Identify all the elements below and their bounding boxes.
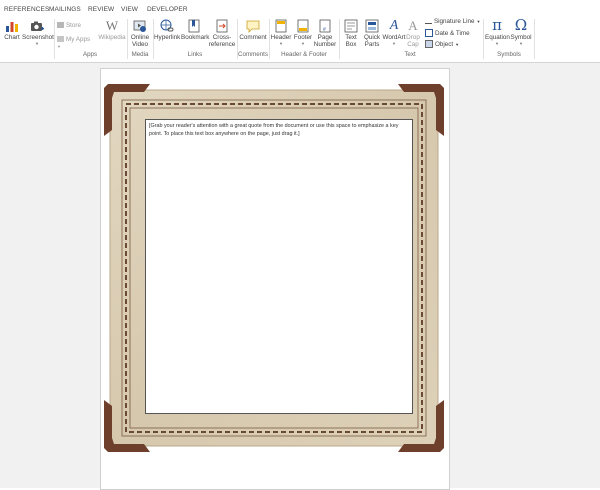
wordart-label: WordArt [382, 34, 406, 41]
group-symbols: Symbols [497, 51, 521, 58]
drop-cap-label: Drop [406, 34, 420, 41]
page-number-label: Page [317, 34, 333, 41]
quick-parts-button[interactable]: Quick Parts [361, 19, 383, 48]
bookmark-button[interactable]: Bookmark [181, 19, 210, 41]
wordart-button[interactable]: A WordArt ▼ [382, 18, 406, 47]
cross-reference-icon [216, 19, 228, 33]
my-apps-label: My Apps [65, 36, 91, 43]
group-text: Text [404, 51, 416, 58]
chevron-down-icon: ▼ [392, 41, 396, 46]
chart-label: Chart [4, 34, 20, 41]
quote-text[interactable]: [Grab your reader's attention with a gre… [149, 122, 405, 138]
footer-label: Footer [293, 34, 313, 41]
footer-button[interactable]: Footer ▼ [292, 19, 314, 46]
my-apps-button[interactable]: My Apps ▼ [57, 36, 91, 50]
wikipedia-button[interactable]: W Wikipedia [97, 18, 127, 42]
group-media: Media [131, 51, 149, 58]
tab-review[interactable]: REVIEW [88, 6, 114, 13]
text-box-label-2: Box [345, 41, 357, 48]
symbol-button[interactable]: Ω Symbol ▼ [509, 17, 533, 46]
text-box-button[interactable]: Text Box [341, 19, 361, 48]
signature-line-button[interactable]: Signature Line ▼ [425, 18, 483, 25]
object-icon [425, 40, 433, 48]
comment-icon [246, 20, 260, 33]
group-links: Links [187, 51, 203, 58]
group-comments: Comments [238, 51, 268, 58]
page-number-label-2: Number [313, 41, 337, 48]
cross-reference-label: Cross- [212, 34, 232, 41]
group-apps: Apps [82, 51, 98, 58]
hyperlink-button[interactable]: Hyperlink [154, 19, 180, 41]
chevron-down-icon: ▼ [35, 41, 39, 46]
tab-references[interactable]: REFERENCES [4, 6, 49, 13]
equation-button[interactable]: π Equation ▼ [485, 16, 510, 46]
online-video-icon [133, 20, 146, 32]
chevron-down-icon: ▼ [495, 41, 499, 46]
chevron-down-icon: ▼ [279, 41, 283, 46]
store-button[interactable]: Store [57, 22, 87, 29]
separator [534, 19, 535, 59]
online-video-label: Online [130, 34, 150, 41]
camera-icon [31, 21, 44, 31]
bookmark-icon [188, 19, 200, 33]
date-time-label: Date & Time [434, 29, 470, 37]
omega-icon: Ω [514, 16, 528, 34]
online-video-button[interactable]: Online Video [129, 19, 151, 48]
cross-reference-label-2: reference [208, 41, 236, 48]
tab-developer[interactable]: DEVELOPER [147, 6, 188, 13]
calendar-icon [425, 29, 433, 37]
tab-mailings[interactable]: MAILINGS [49, 6, 81, 13]
comment-label: Comment [239, 34, 267, 41]
chart-icon [6, 22, 18, 32]
equation-label: Equation [485, 34, 510, 41]
screenshot-button[interactable]: Screenshot ▼ [22, 19, 54, 46]
bookmark-label: Bookmark [181, 34, 210, 41]
comment-button[interactable]: Comment [238, 19, 268, 41]
quick-parts-label: Quick [363, 34, 381, 41]
chevron-down-icon: ▼ [57, 44, 61, 49]
tab-view[interactable]: VIEW [121, 6, 138, 13]
store-label: Store [65, 22, 82, 29]
signature-icon [425, 18, 432, 25]
cross-reference-button[interactable]: Cross- reference [208, 19, 236, 48]
wikipedia-label: Wikipedia [98, 34, 126, 41]
chevron-down-icon: ▼ [476, 19, 481, 24]
online-video-label-2: Video [132, 41, 148, 48]
quick-parts-icon [365, 19, 379, 33]
footer-icon [297, 19, 309, 33]
symbol-label: Symbol [510, 34, 532, 41]
object-label: Object [434, 40, 454, 48]
header-icon [275, 19, 287, 33]
drop-cap-button[interactable]: A Drop Cap [405, 18, 421, 49]
chevron-down-icon: ▼ [519, 41, 523, 46]
ribbon-tab-strip: REFERENCES MAILINGS REVIEW VIEW DEVELOPE… [0, 0, 600, 16]
wikipedia-icon: W [105, 18, 119, 33]
pi-icon: π [492, 16, 502, 34]
object-button[interactable]: Object ▼ [425, 40, 465, 48]
wordart-icon: A [389, 18, 399, 33]
drop-cap-label-2: Cap [407, 41, 419, 48]
group-header-footer: Header & Footer [281, 51, 327, 58]
chevron-down-icon: ▼ [301, 41, 305, 46]
globe-link-icon [160, 19, 174, 32]
quote-text-box[interactable]: [Grab your reader's attention with a gre… [145, 119, 413, 414]
header-label: Header [270, 34, 292, 41]
text-box-label: Text [345, 34, 357, 41]
page-number-icon: # [319, 19, 331, 33]
hyperlink-label: Hyperlink [154, 34, 181, 41]
store-icon [57, 22, 64, 29]
separator [483, 19, 484, 59]
chevron-down-icon: ▼ [455, 41, 460, 47]
signature-line-label: Signature Line [433, 18, 475, 25]
chart-button[interactable]: Chart [3, 19, 21, 41]
text-box-icon [344, 19, 358, 33]
page-number-button[interactable]: # Page Number [313, 19, 337, 48]
screenshot-label: Screenshot [22, 34, 54, 41]
date-time-button[interactable]: Date & Time [425, 29, 475, 37]
header-button[interactable]: Header ▼ [270, 19, 292, 46]
quick-parts-label-2: Parts [364, 41, 380, 48]
drop-cap-icon: A [408, 18, 418, 33]
apps-icon [57, 36, 64, 43]
svg-text:#: # [323, 27, 326, 33]
